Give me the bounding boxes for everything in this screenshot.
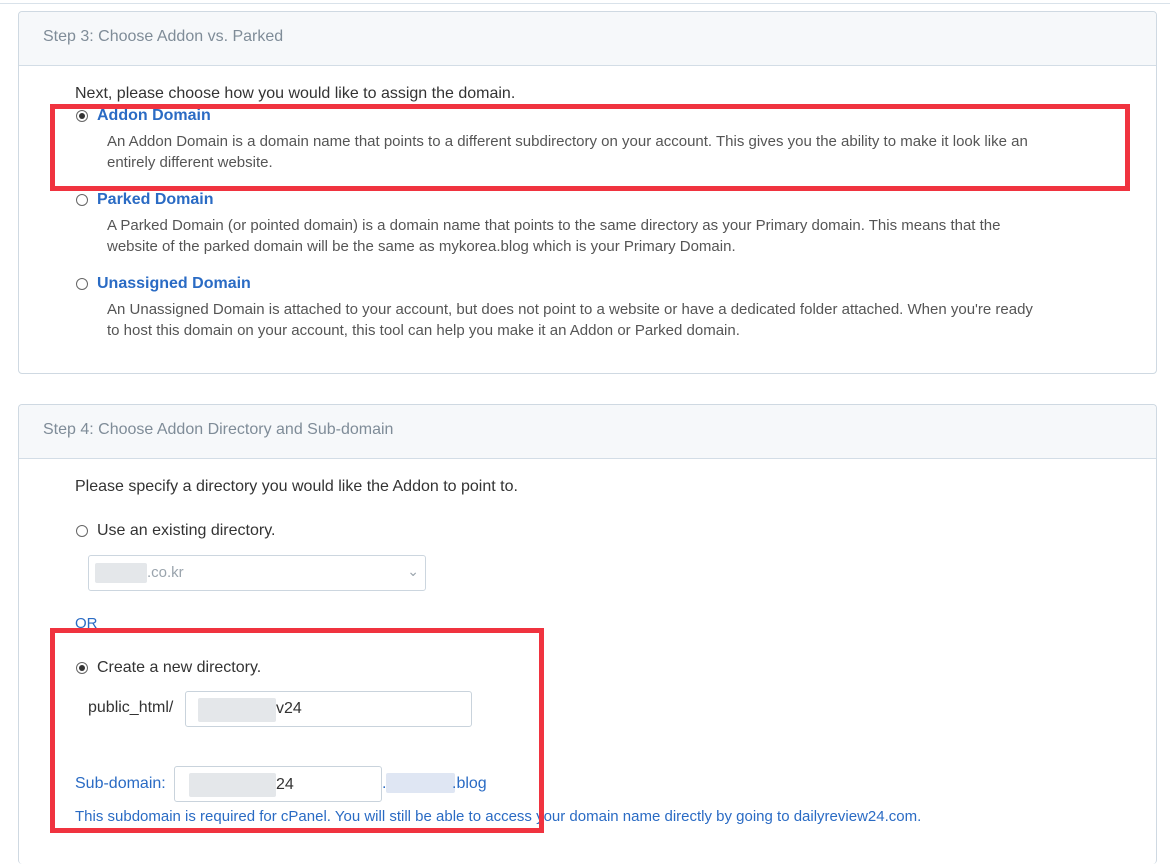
- new-directory-radio[interactable]: [76, 662, 88, 674]
- chevron-down-icon: ⌄: [407, 563, 419, 579]
- parked-domain-desc-line2: website of the parked domain will be the…: [107, 238, 736, 255]
- subdomain-input[interactable]: 24: [174, 766, 382, 802]
- redacted-blur: [386, 773, 455, 793]
- unassigned-domain-label[interactable]: Unassigned Domain: [97, 275, 251, 293]
- addon-domain-label[interactable]: Addon Domain: [97, 107, 211, 125]
- directory-input[interactable]: v24: [185, 691, 472, 727]
- existing-directory-value: .co.kr: [147, 564, 184, 581]
- top-divider: [0, 3, 1170, 4]
- redacted-blur: [189, 773, 276, 797]
- redacted-blur: [198, 698, 276, 722]
- subdomain-input-value: 24: [276, 776, 294, 793]
- public-html-label: public_html/: [88, 699, 174, 716]
- subdomain-label: Sub-domain:: [75, 775, 166, 792]
- or-divider-text: OR: [75, 615, 98, 632]
- redacted-blur: [95, 563, 147, 583]
- unassigned-domain-desc-line1: An Unassigned Domain is attached to your…: [107, 301, 1033, 318]
- domain-suffix: .blog: [452, 775, 487, 792]
- step4-intro: Please specify a directory you would lik…: [75, 478, 518, 495]
- step3-header: Step 3: Choose Addon vs. Parked: [19, 12, 1156, 66]
- parked-domain-radio[interactable]: [76, 194, 88, 206]
- unassigned-domain-radio[interactable]: [76, 278, 88, 290]
- step4-header: Step 4: Choose Addon Directory and Sub-d…: [19, 405, 1156, 459]
- directory-input-value: v24: [276, 700, 302, 717]
- addon-domain-desc-line2: entirely different website.: [107, 154, 273, 171]
- new-directory-label[interactable]: Create a new directory.: [97, 659, 261, 677]
- addon-domain-desc-line1: An Addon Domain is a domain name that po…: [107, 133, 1028, 150]
- step3-intro: Next, please choose how you would like t…: [75, 85, 516, 102]
- existing-directory-label[interactable]: Use an existing directory.: [97, 522, 275, 540]
- parked-domain-desc-line1: A Parked Domain (or pointed domain) is a…: [107, 217, 1001, 234]
- existing-directory-select[interactable]: .co.kr ⌄: [88, 555, 426, 591]
- unassigned-domain-desc-line2: to host this domain on your account, thi…: [107, 322, 740, 339]
- addon-domain-radio[interactable]: [76, 110, 88, 122]
- subdomain-note: This subdomain is required for cPanel. Y…: [75, 808, 922, 825]
- parked-domain-label[interactable]: Parked Domain: [97, 191, 213, 209]
- existing-directory-radio[interactable]: [76, 525, 88, 537]
